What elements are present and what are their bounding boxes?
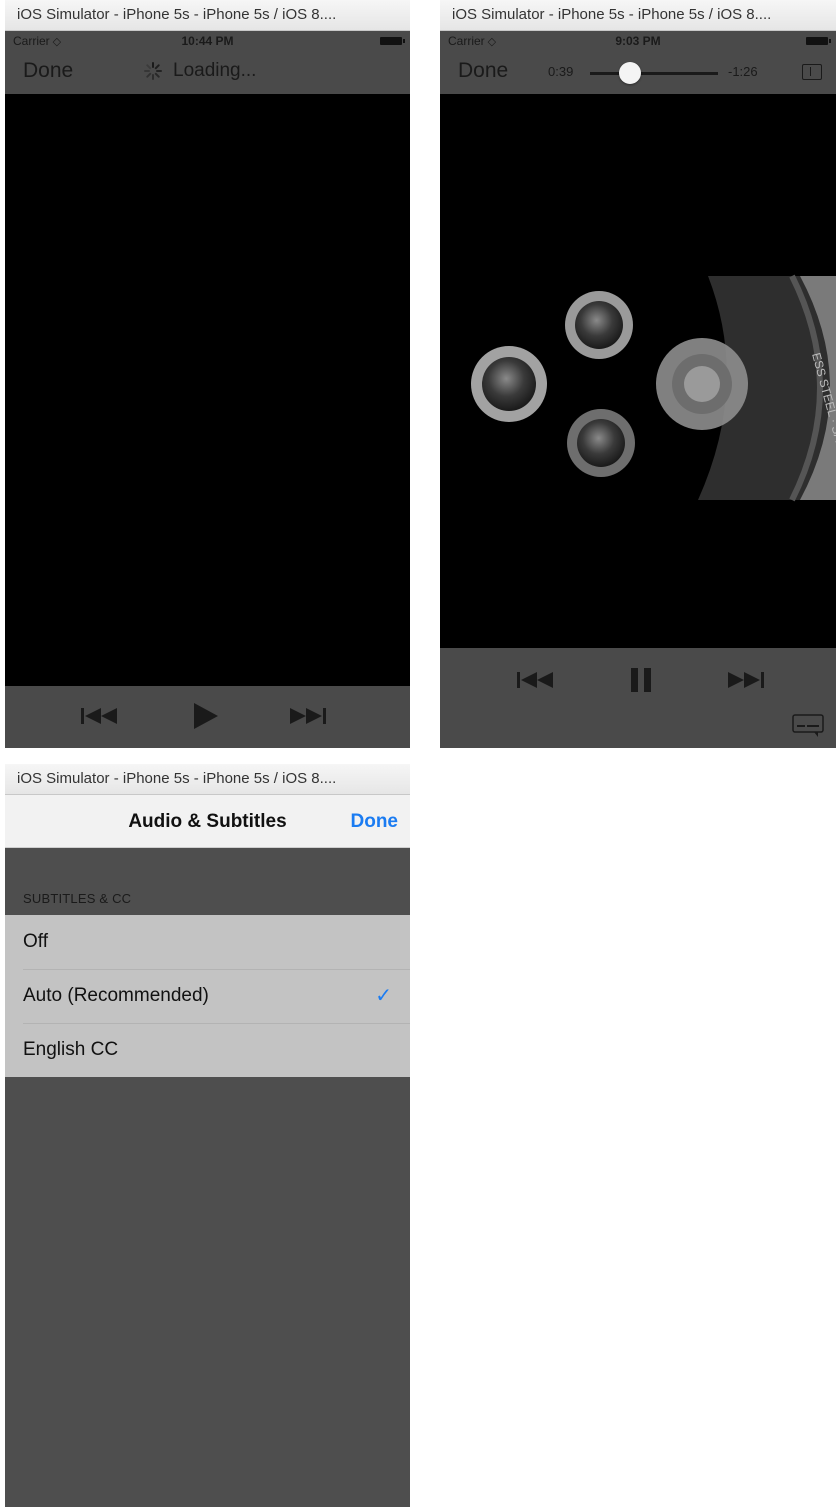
pause-icon[interactable] <box>629 666 653 694</box>
simulator-window-subtitles: iOS Simulator - iPhone 5s - iPhone 5s / … <box>5 764 410 1507</box>
aspect-ratio-icon[interactable] <box>802 64 822 80</box>
simulator-window-playing: iOS Simulator - iPhone 5s - iPhone 5s / … <box>440 0 836 748</box>
sheet-title: Audio & Subtitles <box>128 811 287 832</box>
sheet-navbar: Audio & Subtitles Done <box>5 795 410 848</box>
loading-label: Loading... <box>173 60 257 81</box>
next-track-icon[interactable] <box>728 670 770 690</box>
simulator-title: iOS Simulator - iPhone 5s - iPhone 5s / … <box>5 764 410 795</box>
status-bar: Carrier ◇ 9:03 PM <box>440 31 836 51</box>
player-navbar: Done Loading... <box>5 51 410 94</box>
playback-toolbar <box>440 648 836 748</box>
option-label: Off <box>23 931 48 952</box>
option-english-cc[interactable]: English CC <box>5 1023 410 1077</box>
remaining-time: -1:26 <box>728 64 758 79</box>
done-button[interactable]: Done <box>23 59 73 83</box>
option-label: English CC <box>23 1039 119 1060</box>
loading-indicator: Loading... <box>143 60 256 82</box>
elapsed-time: 0:39 <box>548 64 574 79</box>
scrubber-thumb[interactable] <box>618 62 641 84</box>
simulator-title: iOS Simulator - iPhone 5s - iPhone 5s / … <box>440 0 836 31</box>
previous-track-icon[interactable] <box>517 670 559 690</box>
checkmark-icon: ✓ <box>375 985 392 1007</box>
battery-icon <box>380 37 405 45</box>
spinner-icon <box>144 61 162 80</box>
status-time: 9:03 PM <box>615 34 661 48</box>
video-player-screen: Carrier ◇ 10:44 PM Done Loading... <box>5 31 410 748</box>
done-button[interactable]: Done <box>351 811 399 833</box>
play-icon[interactable] <box>192 701 220 731</box>
option-off[interactable]: Off <box>5 915 410 969</box>
video-player-screen: Carrier ◇ 9:03 PM Done 0:39 -1:26 ESS ST… <box>440 31 836 748</box>
scrubber-track[interactable] <box>590 72 718 75</box>
done-button[interactable]: Done <box>458 59 508 83</box>
option-label: Auto (Recommended) <box>23 985 209 1006</box>
subtitle-options-list: Off Auto (Recommended) ✓ English CC <box>5 915 410 1077</box>
next-track-icon[interactable] <box>290 706 332 726</box>
previous-track-icon[interactable] <box>81 706 123 726</box>
subtitles-icon[interactable] <box>792 714 824 738</box>
section-header: SUBTITLES & CC <box>23 891 132 906</box>
status-time: 10:44 PM <box>181 34 234 48</box>
video-frame: ESS STEEL · SAPP <box>440 94 836 646</box>
status-bar: Carrier ◇ 10:44 PM <box>5 31 410 51</box>
battery-icon <box>806 37 831 45</box>
simulator-title: iOS Simulator - iPhone 5s - iPhone 5s / … <box>5 0 410 31</box>
subtitles-panel: SUBTITLES & CC Off Auto (Recommended) ✓ … <box>5 848 410 1507</box>
simulator-window-loading: iOS Simulator - iPhone 5s - iPhone 5s / … <box>5 0 410 748</box>
option-auto-recommended[interactable]: Auto (Recommended) ✓ <box>5 969 410 1023</box>
player-navbar: Done 0:39 -1:26 <box>440 51 836 94</box>
playback-toolbar <box>5 686 410 748</box>
